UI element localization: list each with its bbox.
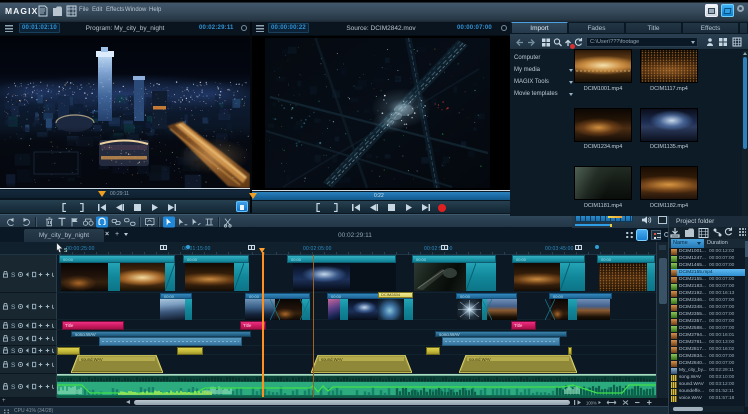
svg-text:sound.WAV: sound.WAV [321, 357, 343, 362]
svg-text:sound.WAV: sound.WAV [81, 357, 103, 362]
svg-text:S: S [11, 272, 16, 278]
svg-text:100%: 100% [586, 400, 597, 405]
svg-text:S: S [11, 323, 16, 329]
svg-text:S: S [11, 348, 16, 354]
svg-text:sound.WAV: sound.WAV [469, 357, 491, 362]
svg-text:S: S [11, 384, 16, 390]
svg-text:S: S [11, 336, 16, 342]
svg-text:S: S [11, 304, 16, 310]
svg-text:S: S [11, 362, 16, 368]
